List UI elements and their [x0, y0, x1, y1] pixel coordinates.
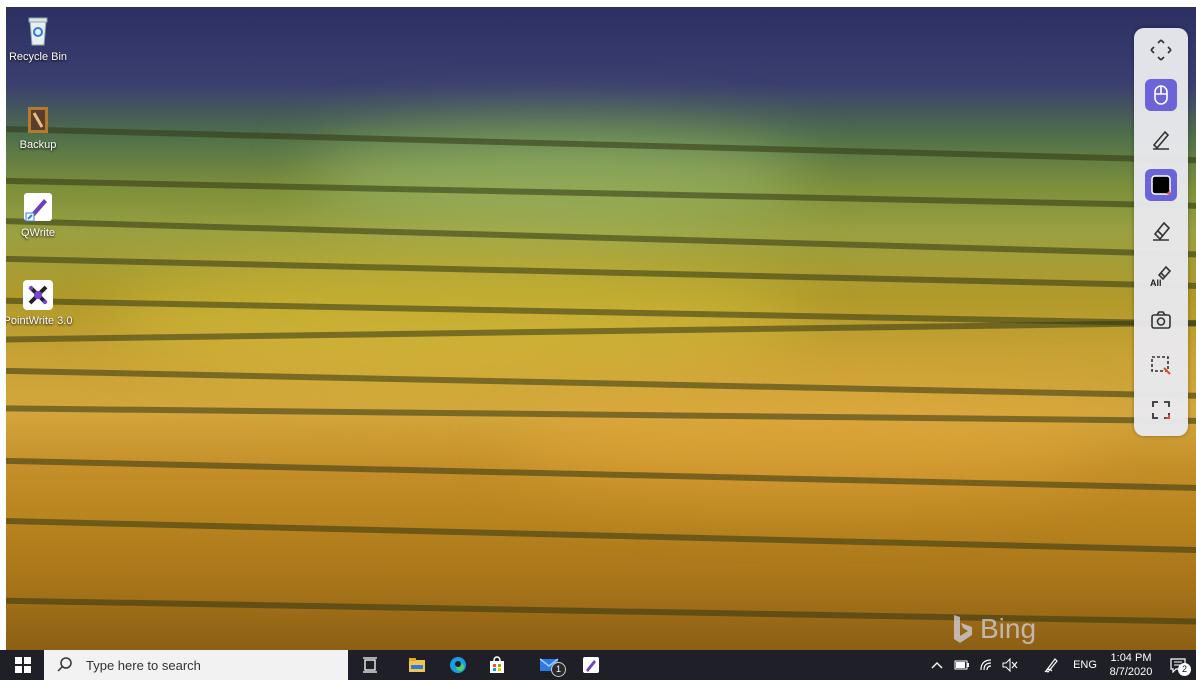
mail-badge: 1 [551, 662, 566, 677]
taskbar-store[interactable] [484, 650, 510, 680]
start-button[interactable] [8, 650, 38, 680]
battery-tray-icon[interactable] [952, 650, 972, 680]
mouse-button[interactable] [1145, 79, 1177, 111]
desktop-icon-label: QWrite [20, 227, 56, 239]
pen-icon [1152, 130, 1170, 150]
qwrite-icon [22, 191, 54, 223]
desktop-icon-pointwrite[interactable]: PointWrite 3.0 [6, 279, 73, 327]
folder-icon [409, 658, 425, 672]
bing-watermark: Bing [952, 613, 1036, 645]
desktop-icon-qwrite[interactable]: QWrite [6, 191, 73, 239]
taskbar-search-box[interactable]: Type here to search [44, 650, 348, 680]
backup-icon [22, 103, 54, 135]
network-tray-icon[interactable] [976, 650, 996, 680]
windows-logo-icon [15, 657, 31, 673]
wifi-icon [980, 659, 992, 671]
taskbar: Type here to search 1 ENG 1:04 PM 8/7/20… [0, 650, 1196, 680]
desktop-icon-backup[interactable]: Backup [6, 103, 73, 151]
action-center-button[interactable]: 2 [1164, 650, 1192, 680]
annotation-toolbar[interactable]: All [1134, 28, 1188, 436]
color-button[interactable] [1145, 169, 1177, 201]
task-view-icon [363, 657, 377, 673]
volume-tray-icon[interactable] [1000, 650, 1020, 680]
pointwrite-icon [22, 279, 54, 311]
task-view-button[interactable] [358, 650, 382, 680]
move-arrows-icon [1150, 39, 1172, 61]
desktop-icon-label: Backup [19, 139, 57, 151]
desktop-icon-label: Recycle Bin [8, 51, 68, 63]
field-band [6, 367, 1196, 401]
search-icon [57, 657, 72, 672]
taskbar-file-explorer[interactable] [404, 650, 430, 680]
taskbar-qwrite[interactable] [578, 650, 604, 680]
move-button[interactable] [1145, 34, 1177, 66]
edge-icon [450, 657, 466, 673]
eraser-button[interactable] [1145, 214, 1177, 246]
field-band [6, 517, 1196, 555]
store-icon [490, 656, 504, 673]
pen-workspace-icon [1044, 658, 1058, 673]
screenshot-button[interactable] [1145, 304, 1177, 336]
clock[interactable]: 1:04 PM 8/7/2020 [1104, 650, 1158, 680]
search-placeholder: Type here to search [86, 657, 201, 673]
svg-text:All: All [1150, 278, 1162, 287]
desktop: Recycle Bin Backup QWrite PointWrite 3.0… [6, 7, 1196, 650]
camera-icon [1151, 311, 1171, 329]
language-indicator[interactable]: ENG [1070, 650, 1100, 680]
chevron-up-icon [931, 662, 943, 669]
fullscreen-icon [1152, 401, 1170, 419]
recycle-bin-icon [22, 15, 54, 47]
color-swatch-icon [1151, 175, 1171, 195]
desktop-icon-label: PointWrite 3.0 [6, 315, 73, 327]
clock-time: 1:04 PM [1110, 652, 1152, 664]
battery-icon [954, 660, 969, 670]
pen-tray-icon[interactable] [1040, 650, 1062, 680]
erase-all-button[interactable]: All [1145, 259, 1177, 291]
clock-date: 8/7/2020 [1109, 666, 1153, 678]
taskbar-edge[interactable] [445, 650, 471, 680]
notification-count-badge: 2 [1178, 663, 1191, 676]
region-capture-icon [1151, 356, 1171, 375]
region-capture-button[interactable] [1145, 349, 1177, 381]
bing-logo-icon [954, 615, 972, 643]
eraser-icon [1153, 221, 1171, 241]
show-hidden-icons-button[interactable] [928, 650, 946, 680]
qwrite-icon [583, 657, 599, 673]
speaker-muted-icon [1002, 658, 1018, 672]
taskbar-mail[interactable]: 1 [532, 650, 566, 680]
desktop-icon-recycle-bin[interactable]: Recycle Bin [6, 15, 73, 63]
mouse-icon [1154, 85, 1168, 105]
fullscreen-button[interactable] [1145, 394, 1177, 426]
erase-all-icon: All [1150, 265, 1172, 287]
bing-text: Bing [980, 613, 1037, 644]
pen-button[interactable] [1145, 124, 1177, 156]
